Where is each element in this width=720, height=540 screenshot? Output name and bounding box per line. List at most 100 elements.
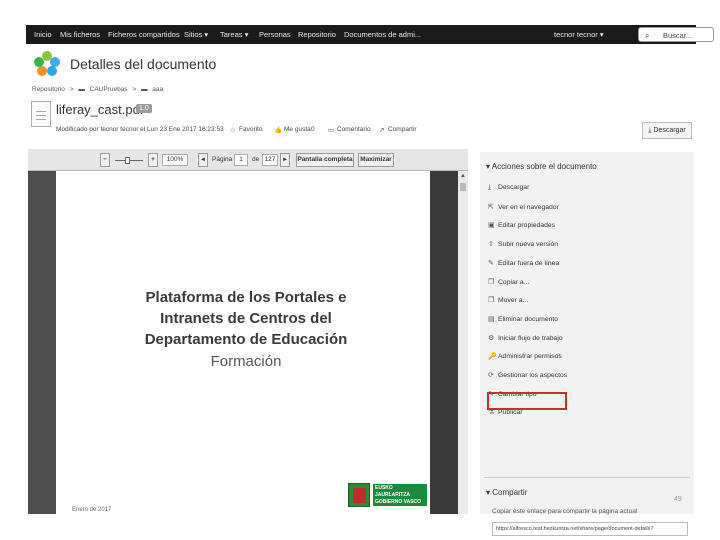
download-button[interactable]: ⤓ Descargar: [642, 122, 692, 139]
page-total: 127: [262, 154, 278, 166]
slide-title-line-3: Departamento de Educación: [144, 331, 348, 348]
action-item[interactable]: ▤ Eliminar documento: [488, 315, 558, 327]
zoom-slider-handle[interactable]: [125, 157, 130, 164]
permissions-icon: 🔑: [488, 353, 497, 361]
action-item[interactable]: ⚗ Publicar: [488, 408, 523, 420]
like-link[interactable]: Me gusta: [284, 126, 311, 133]
share-header[interactable]: ▾ Compartir: [486, 488, 527, 497]
gov-logo-line-1: EUSKO JAURLARITZA: [375, 485, 410, 498]
nav-tasks[interactable]: Tareas ▾: [220, 30, 248, 39]
nav-admin-documents[interactable]: Documentos de admi...: [344, 30, 421, 39]
file-name: liferay_cast.pdf: [56, 102, 144, 117]
like-count: 0: [311, 126, 315, 133]
nav-repository[interactable]: Repositorio: [298, 30, 336, 39]
search-input[interactable]: Buscar...: [663, 31, 692, 40]
action-label: Gestionar los aspectos: [498, 372, 568, 379]
alfresco-logo-icon: [34, 51, 60, 76]
page-label: Página: [212, 156, 233, 163]
nav-sites[interactable]: Sitios ▾: [184, 30, 208, 39]
breadcrumb-folder[interactable]: CAUPruebas: [90, 86, 128, 93]
action-item[interactable]: ⟳ Gestionar los aspectos: [488, 371, 567, 383]
pdf-page: Plataforma de los Portales e Intranets d…: [56, 171, 430, 514]
move-icon: ❐: [488, 297, 495, 305]
scroll-up-icon[interactable]: ▲: [460, 173, 466, 179]
action-label: Subir nueva versión: [498, 241, 559, 249]
zoom-select[interactable]: 100%: [162, 154, 188, 166]
fullscreen-button[interactable]: Pantalla completa: [296, 153, 354, 167]
slide-title-line-1: Plataforma de los Portales e: [145, 289, 347, 306]
document-actions-panel: ▾ Acciones sobre el documento ⤓ Descargar…: [480, 152, 694, 536]
download-icon: ⤓: [488, 184, 492, 191]
action-item[interactable]: 🔑Administrar permisos: [488, 352, 562, 364]
comment-icon: ▭: [328, 127, 335, 134]
action-label: Descargar: [498, 184, 530, 191]
breadcrumb-repository[interactable]: Repositorio: [32, 86, 65, 93]
action-item[interactable]: ⇱ Ver en el navegador: [488, 203, 559, 215]
action-label: Publicar: [498, 409, 523, 417]
viewer-toolbar: − + 100% ◂ Página 1 de 127 ▸ Pantalla co…: [28, 149, 468, 171]
action-label: Ver en el navegador: [498, 203, 559, 211]
comment-link[interactable]: Comentario: [337, 126, 371, 133]
nav-people[interactable]: Personas: [259, 30, 291, 39]
coat-of-arms-icon: [348, 483, 370, 507]
slide-number: 49: [674, 496, 682, 503]
user-menu[interactable]: tecnor tecnor ▾: [554, 30, 604, 39]
folder-icon: ▬: [78, 86, 85, 93]
action-label: Eliminar documento: [498, 315, 559, 323]
viewer-background: [28, 171, 56, 514]
zoom-in-button[interactable]: +: [148, 153, 158, 167]
action-item[interactable]: ❐ Copiar a...: [488, 278, 529, 290]
gov-logo-text: EUSKO JAURLARITZA GOBIERNO VASCO: [373, 484, 427, 506]
action-label: Iniciar flujo de trabajo: [498, 334, 563, 342]
share-url-input[interactable]: https://alfresco.test.hezkuntza.net/shar…: [492, 522, 688, 536]
favorite-link[interactable]: Favorito: [239, 126, 262, 133]
download-icon: ⤓: [648, 127, 652, 134]
page-number-input[interactable]: 1: [234, 154, 248, 166]
modified-info: Modificado por tecnor tecnor el Lun 23 E…: [56, 126, 224, 133]
aspects-icon: ⟳: [488, 372, 494, 379]
action-item[interactable]: ⚙ Iniciar flujo de trabajo: [488, 334, 563, 346]
share-icon: ↗: [379, 127, 385, 134]
action-item[interactable]: ▣ Editar propiedades: [488, 221, 555, 233]
breadcrumb: Repositorio > ▬ CAUPruebas > ▬ aaa: [32, 86, 166, 93]
next-page-button[interactable]: ▸: [280, 153, 290, 167]
browser-icon: ⇱: [488, 203, 494, 211]
action-item[interactable]: ❐ Mover a...: [488, 296, 528, 308]
download-button-label: Descargar: [653, 127, 686, 134]
breadcrumb-separator: >: [69, 86, 74, 93]
scrollbar-thumb[interactable]: [460, 183, 466, 191]
page-title: Detalles del documento: [70, 56, 217, 72]
zoom-out-button[interactable]: −: [100, 153, 110, 167]
action-label: Copiar a...: [498, 278, 530, 286]
gov-logo-line-2: GOBIERNO VASCO: [375, 499, 422, 505]
previous-page-button[interactable]: ◂: [198, 153, 208, 167]
nav-home[interactable]: Inicio: [34, 30, 52, 39]
slide-title-line-2: Intranets de Centros del: [160, 310, 332, 327]
pencil-icon: ✎: [488, 259, 494, 267]
action-label: Administrar permisos: [498, 353, 562, 361]
highlight-box: [487, 392, 567, 410]
action-label: Editar fuera de línea: [498, 259, 560, 267]
action-label: Editar propiedades: [498, 222, 556, 230]
document-details-page: Detalles del documento Repositorio > ▬ C…: [26, 44, 696, 536]
action-item[interactable]: ⇧ Subir nueva versión: [488, 240, 558, 252]
panel-divider: [484, 477, 690, 478]
search-box[interactable]: ⌕ Buscar...: [638, 27, 714, 42]
action-item[interactable]: ✎ Editar fuera de línea: [488, 259, 559, 271]
action-item[interactable]: ⤓ Descargar: [488, 184, 529, 196]
top-navigation-bar: Inicio Mis ficheros Ficheros compartidos…: [26, 25, 714, 44]
gobierno-vasco-logo: EUSKO JAURLARITZA GOBIERNO VASCO: [348, 483, 428, 511]
workflow-icon: ⚙: [488, 334, 495, 342]
version-badge: 1.0: [136, 104, 152, 113]
breadcrumb-subfolder[interactable]: aaa: [152, 86, 163, 93]
share-link[interactable]: Compartir: [388, 126, 417, 133]
star-icon: ☆: [230, 127, 236, 134]
nav-my-files[interactable]: Mis ficheros: [60, 30, 100, 39]
actions-header[interactable]: ▾ Acciones sobre el documento: [486, 162, 597, 171]
viewer-scrollbar[interactable]: ▲: [458, 171, 468, 514]
search-icon: ⌕: [645, 31, 650, 40]
nav-shared-files[interactable]: Ficheros compartidos: [108, 30, 180, 39]
folder-icon: ▬: [140, 86, 148, 93]
slide-subtitle: Formación: [210, 353, 282, 370]
maximize-button[interactable]: Maximizar: [358, 153, 394, 167]
